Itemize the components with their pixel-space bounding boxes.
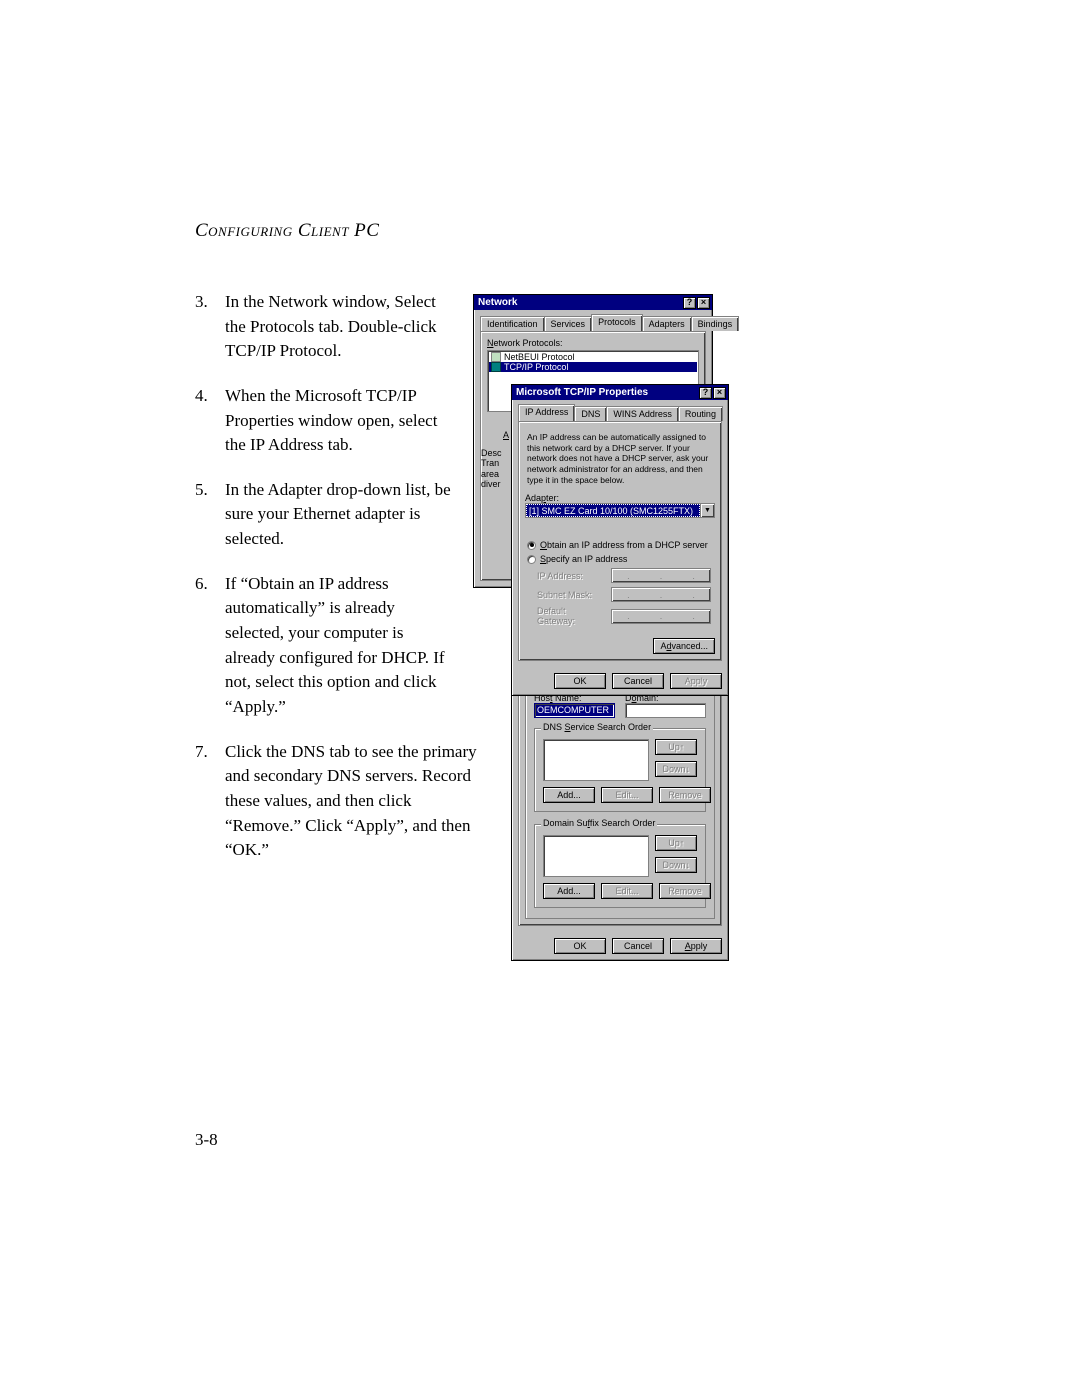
- radio-specify-label: Specify an IP address: [540, 554, 627, 564]
- ip-address-label: IP Address:: [537, 571, 605, 581]
- radio-specify-ip[interactable]: Specify an IP address: [527, 554, 713, 564]
- network-protocols-label: Network Protocols:: [487, 338, 699, 348]
- page-number: 3-8: [195, 1130, 218, 1150]
- host-name-field[interactable]: OEMCOMPUTER: [534, 703, 615, 718]
- down-button[interactable]: Down↓: [655, 761, 697, 777]
- adapter-combobox[interactable]: [1] SMC EZ Card 10/100 (SMC1255FTX) ▼: [525, 503, 715, 518]
- instructions-column: In the Network window, Select the Protoc…: [195, 290, 457, 961]
- ok-button[interactable]: OK: [554, 673, 606, 689]
- remove-button[interactable]: Remove: [659, 787, 711, 803]
- radio-obtain-label: Obtain an IP address from a DHCP server: [540, 540, 708, 550]
- tab-ip-address[interactable]: IP Address: [518, 404, 575, 421]
- tab-protocols[interactable]: Protocols: [591, 314, 643, 331]
- add-button[interactable]: Add...: [543, 883, 595, 899]
- apply-button[interactable]: Apply: [670, 938, 722, 954]
- tab-routing[interactable]: Routing: [678, 406, 723, 421]
- apply-button[interactable]: Apply: [670, 673, 722, 689]
- radio-icon: [527, 541, 536, 550]
- ip-description: An IP address can be automatically assig…: [525, 428, 715, 493]
- down-button[interactable]: Down↓: [655, 857, 697, 873]
- help-icon[interactable]: ?: [699, 387, 712, 399]
- tab-adapters[interactable]: Adapters: [642, 316, 692, 331]
- radio-obtain-dhcp[interactable]: Obtain an IP address from a DHCP server: [527, 540, 713, 550]
- network-desc-stub: Desc Tran area diver: [481, 448, 502, 489]
- up-button[interactable]: Up↑: [655, 835, 697, 851]
- ip-address-field: ...: [611, 568, 711, 583]
- radio-icon: [527, 555, 536, 564]
- dns-search-order-group: DNS Service Search Order Up↑ Down↓ Add..…: [534, 728, 706, 812]
- subnet-mask-label: Subnet Mask:: [537, 590, 605, 600]
- network-side-a: A: [503, 430, 509, 440]
- protocol-item-tcpip[interactable]: TCP/IP Protocol: [489, 362, 697, 372]
- step-6: If “Obtain an IP address automatically” …: [195, 572, 457, 720]
- network-tabs: Identification Services Protocols Adapte…: [474, 310, 712, 331]
- edit-button[interactable]: Edit...: [601, 787, 653, 803]
- edit-button[interactable]: Edit...: [601, 883, 653, 899]
- adapter-value: [1] SMC EZ Card 10/100 (SMC1255FTX): [526, 504, 700, 517]
- domain-suffix-group: Domain Suffix Search Order Up↑ Down↓ Add…: [534, 824, 706, 908]
- tcpip-tabs: IP Address DNS WINS Address Routing: [512, 400, 728, 421]
- protocol-item-netbeui[interactable]: NetBEUI Protocol: [489, 352, 697, 362]
- screenshot-network-tcpip: Network ? × Identification Services Prot…: [473, 294, 713, 588]
- tcpip-icon: [491, 362, 501, 372]
- adapter-label: Adapter:: [525, 493, 715, 503]
- dns-search-order-label: DNS Service Search Order: [541, 722, 653, 732]
- dns-group: Domain Name System (DNS) Host Name: OEMC…: [525, 684, 715, 919]
- cancel-button[interactable]: Cancel: [612, 673, 664, 689]
- step-5: In the Adapter drop-down list, be sure y…: [195, 478, 457, 552]
- protocol-label-tcpip: TCP/IP Protocol: [504, 362, 568, 372]
- network-title: Network: [478, 297, 517, 308]
- tab-identification[interactable]: Identification: [480, 316, 545, 331]
- tcpip-properties-dialog-ip: Microsoft TCP/IP Properties ? × IP Addre…: [511, 384, 729, 696]
- tab-bindings[interactable]: Bindings: [691, 316, 740, 331]
- ip-mode-group: Obtain an IP address from a DHCP server …: [525, 528, 715, 630]
- cancel-button[interactable]: Cancel: [612, 938, 664, 954]
- step-3: In the Network window, Select the Protoc…: [195, 290, 457, 364]
- remove-button[interactable]: Remove: [659, 883, 711, 899]
- protocol-label-netbeui: NetBEUI Protocol: [504, 352, 575, 362]
- section-header: Configuring Client PC: [195, 220, 895, 242]
- step-4: When the Microsoft TCP/IP Properties win…: [195, 384, 457, 458]
- tcpip-titlebar: Microsoft TCP/IP Properties ? ×: [512, 385, 728, 400]
- up-button[interactable]: Up↑: [655, 739, 697, 755]
- suffix-search-list[interactable]: [543, 835, 649, 877]
- add-button[interactable]: Add...: [543, 787, 595, 803]
- close-icon[interactable]: ×: [713, 387, 726, 399]
- dns-search-list[interactable]: [543, 739, 649, 781]
- tab-wins-address[interactable]: WINS Address: [606, 406, 679, 421]
- help-icon[interactable]: ?: [683, 297, 696, 309]
- default-gateway-field: ...: [611, 609, 711, 624]
- ok-button[interactable]: OK: [554, 938, 606, 954]
- domain-field[interactable]: [625, 703, 706, 718]
- chevron-down-icon[interactable]: ▼: [700, 504, 714, 517]
- tab-services[interactable]: Services: [544, 316, 593, 331]
- advanced-button[interactable]: Advanced...: [653, 638, 715, 654]
- default-gateway-label: Default Gateway:: [537, 606, 605, 626]
- domain-suffix-label: Domain Suffix Search Order: [541, 818, 657, 828]
- step-7: Click the DNS tab to see the primary and…: [195, 740, 490, 863]
- close-icon[interactable]: ×: [697, 297, 710, 309]
- tab-dns[interactable]: DNS: [574, 406, 607, 421]
- tcpip-title: Microsoft TCP/IP Properties: [516, 387, 648, 398]
- network-titlebar: Network ? ×: [474, 295, 712, 310]
- subnet-mask-field: ...: [611, 587, 711, 602]
- netbeui-icon: [491, 352, 501, 362]
